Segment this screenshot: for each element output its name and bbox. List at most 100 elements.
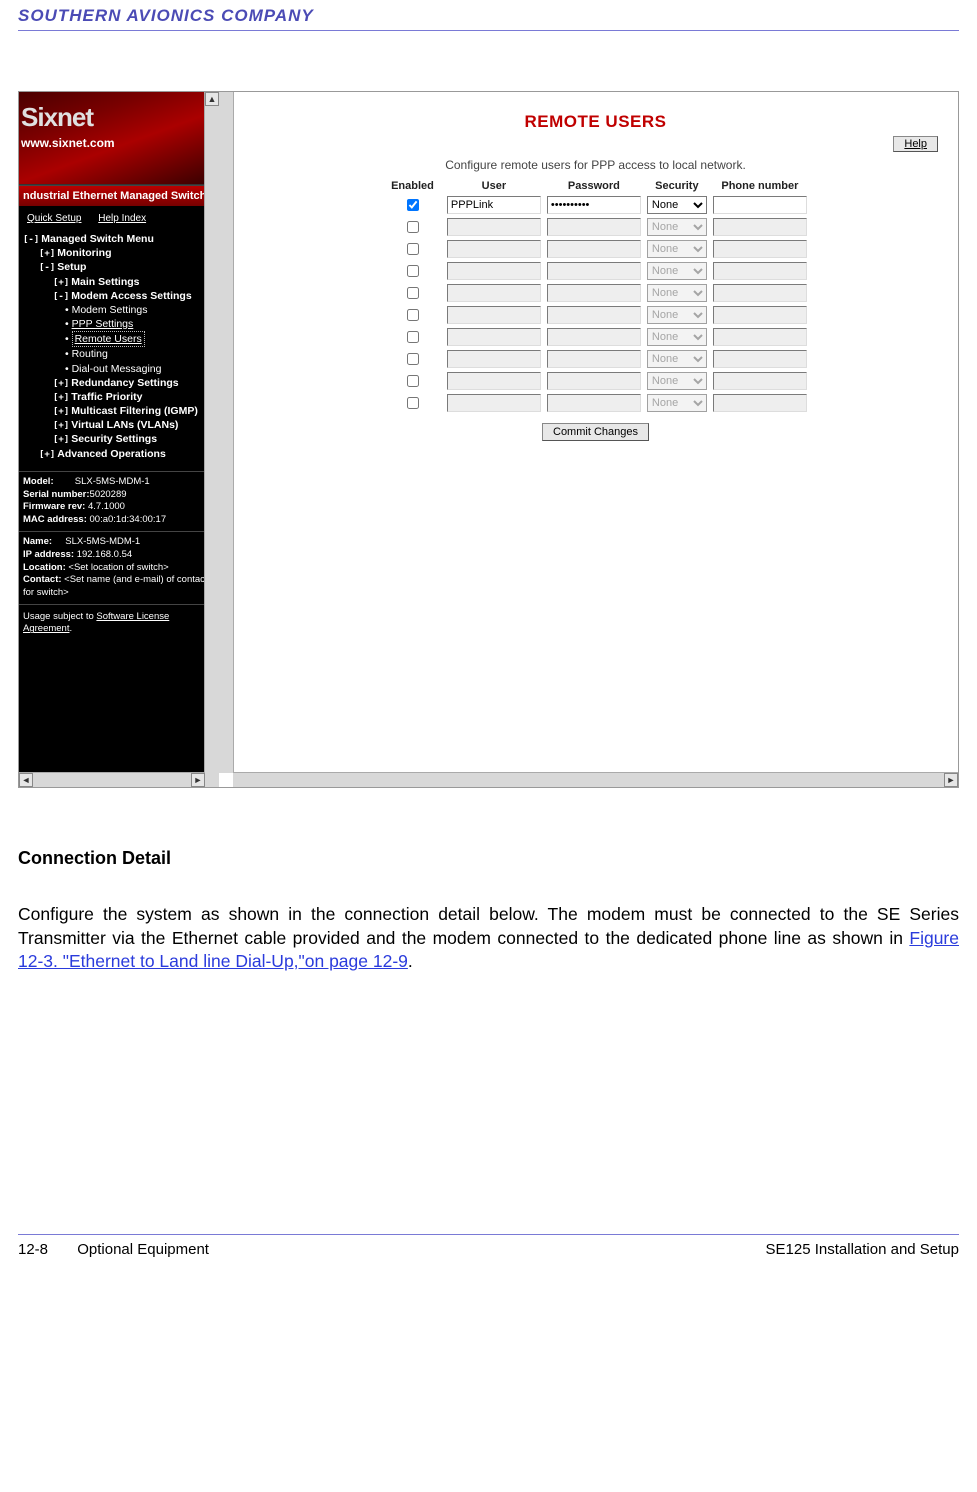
user-input[interactable] xyxy=(447,328,541,346)
enabled-checkbox[interactable] xyxy=(407,375,419,387)
phone-input[interactable] xyxy=(713,306,807,324)
security-select[interactable]: None xyxy=(647,372,707,390)
user-input[interactable] xyxy=(447,196,541,214)
phone-input[interactable] xyxy=(713,350,807,368)
user-input[interactable] xyxy=(447,262,541,280)
enabled-checkbox[interactable] xyxy=(407,331,419,343)
license-block: Usage subject to Software License Agreem… xyxy=(19,604,219,642)
tree-item-security[interactable]: [+]Security Settings xyxy=(23,432,217,446)
tree-item-routing[interactable]: Routing xyxy=(23,347,217,361)
sidebar-hscrollbar[interactable]: ◄ ► xyxy=(19,772,205,787)
tree-item-root[interactable]: [-]Managed Switch Menu xyxy=(23,232,217,246)
password-input[interactable] xyxy=(547,372,641,390)
body-text-pre: Configure the system as shown in the con… xyxy=(18,904,959,948)
tree-item-advanced[interactable]: [+]Advanced Operations xyxy=(23,447,217,461)
password-input[interactable] xyxy=(547,350,641,368)
tree-item-setup[interactable]: [-]Setup xyxy=(23,260,217,274)
main-vscrollbar[interactable] xyxy=(219,92,234,773)
col-security-header: Security xyxy=(644,178,710,194)
security-select[interactable]: None xyxy=(647,306,707,324)
phone-input[interactable] xyxy=(713,394,807,412)
password-input[interactable] xyxy=(547,196,641,214)
security-select[interactable]: None xyxy=(647,196,707,214)
doc-header: SOUTHERN AVIONICS COMPANY xyxy=(18,0,959,30)
enabled-checkbox[interactable] xyxy=(407,265,419,277)
scroll-right-icon[interactable]: ► xyxy=(191,773,205,787)
ip-value: 192.168.0.54 xyxy=(77,549,132,560)
security-select[interactable]: None xyxy=(647,394,707,412)
password-input[interactable] xyxy=(547,218,641,236)
phone-input[interactable] xyxy=(713,262,807,280)
tree-item-multicast[interactable]: [+]Multicast Filtering (IGMP) xyxy=(23,404,217,418)
security-select[interactable]: None xyxy=(647,328,707,346)
user-input[interactable] xyxy=(447,218,541,236)
model-value: SLX-5MS-MDM-1 xyxy=(75,476,150,487)
password-input[interactable] xyxy=(547,328,641,346)
tree-item-ppp-settings[interactable]: PPP Settings xyxy=(23,317,217,331)
user-input[interactable] xyxy=(447,284,541,302)
password-input[interactable] xyxy=(547,284,641,302)
help-index-link[interactable]: Help Index xyxy=(98,213,146,224)
tree-label: Redundancy Settings xyxy=(71,377,178,389)
tree-item-main-settings[interactable]: [+]Main Settings xyxy=(23,275,217,289)
table-row: None xyxy=(381,392,810,414)
phone-input[interactable] xyxy=(713,240,807,258)
security-select[interactable]: None xyxy=(647,262,707,280)
col-phone-header: Phone number xyxy=(710,178,810,194)
location-label: Location: xyxy=(23,562,66,573)
scroll-left-icon[interactable]: ◄ xyxy=(19,773,33,787)
enabled-checkbox[interactable] xyxy=(407,309,419,321)
table-row: None xyxy=(381,238,810,260)
main-hscrollbar[interactable]: ► xyxy=(233,772,958,787)
phone-input[interactable] xyxy=(713,196,807,214)
security-select[interactable]: None xyxy=(647,240,707,258)
enabled-checkbox[interactable] xyxy=(407,287,419,299)
enabled-checkbox[interactable] xyxy=(407,199,419,211)
password-input[interactable] xyxy=(547,240,641,258)
password-input[interactable] xyxy=(547,262,641,280)
tree-label: Modem Settings xyxy=(72,304,148,316)
user-input[interactable] xyxy=(447,394,541,412)
tree-item-traffic[interactable]: [+]Traffic Priority xyxy=(23,390,217,404)
tree-item-remote-users[interactable]: Remote Users xyxy=(23,331,217,347)
phone-input[interactable] xyxy=(713,372,807,390)
phone-input[interactable] xyxy=(713,218,807,236)
tree-item-monitoring[interactable]: [+]Monitoring xyxy=(23,246,217,260)
help-button[interactable]: Help xyxy=(893,136,938,152)
main-pane: REMOTE USERS Help Configure remote users… xyxy=(219,92,958,787)
table-row: None xyxy=(381,216,810,238)
switch-title: ndustrial Ethernet Managed Switch xyxy=(19,185,219,207)
tree-label: Security Settings xyxy=(71,433,157,445)
user-input[interactable] xyxy=(447,372,541,390)
enabled-checkbox[interactable] xyxy=(407,221,419,233)
user-input[interactable] xyxy=(447,240,541,258)
user-input[interactable] xyxy=(447,306,541,324)
password-input[interactable] xyxy=(547,394,641,412)
enabled-checkbox[interactable] xyxy=(407,397,419,409)
device-info-block-1: Model: SLX-5MS-MDM-1 Serial number:50202… xyxy=(19,471,219,531)
tree-item-modem-access[interactable]: [-]Modem Access Settings xyxy=(23,289,217,303)
security-select[interactable]: None xyxy=(647,284,707,302)
scroll-right-icon[interactable]: ► xyxy=(944,773,958,787)
quick-setup-link[interactable]: Quick Setup xyxy=(27,213,81,224)
tree-item-modem-settings[interactable]: Modem Settings xyxy=(23,303,217,317)
scroll-up-icon[interactable]: ▲ xyxy=(205,92,219,106)
phone-input[interactable] xyxy=(713,328,807,346)
tree-item-redundancy[interactable]: [+]Redundancy Settings xyxy=(23,376,217,390)
firmware-value: 4.7.1000 xyxy=(88,501,125,512)
tree-label: PPP Settings xyxy=(72,318,134,330)
password-input[interactable] xyxy=(547,306,641,324)
tree-label: Dial-out Messaging xyxy=(72,363,162,375)
user-input[interactable] xyxy=(447,350,541,368)
tree-item-vlans[interactable]: [+]Virtual LANs (VLANs) xyxy=(23,418,217,432)
commit-changes-button[interactable]: Commit Changes xyxy=(542,423,649,441)
sidebar-vscrollbar[interactable]: ▲ xyxy=(204,92,219,787)
security-select[interactable]: None xyxy=(647,350,707,368)
tree-label: Remote Users xyxy=(72,331,145,347)
body-paragraph: Configure the system as shown in the con… xyxy=(18,903,959,974)
tree-item-dialout[interactable]: Dial-out Messaging xyxy=(23,362,217,376)
security-select[interactable]: None xyxy=(647,218,707,236)
phone-input[interactable] xyxy=(713,284,807,302)
enabled-checkbox[interactable] xyxy=(407,353,419,365)
enabled-checkbox[interactable] xyxy=(407,243,419,255)
